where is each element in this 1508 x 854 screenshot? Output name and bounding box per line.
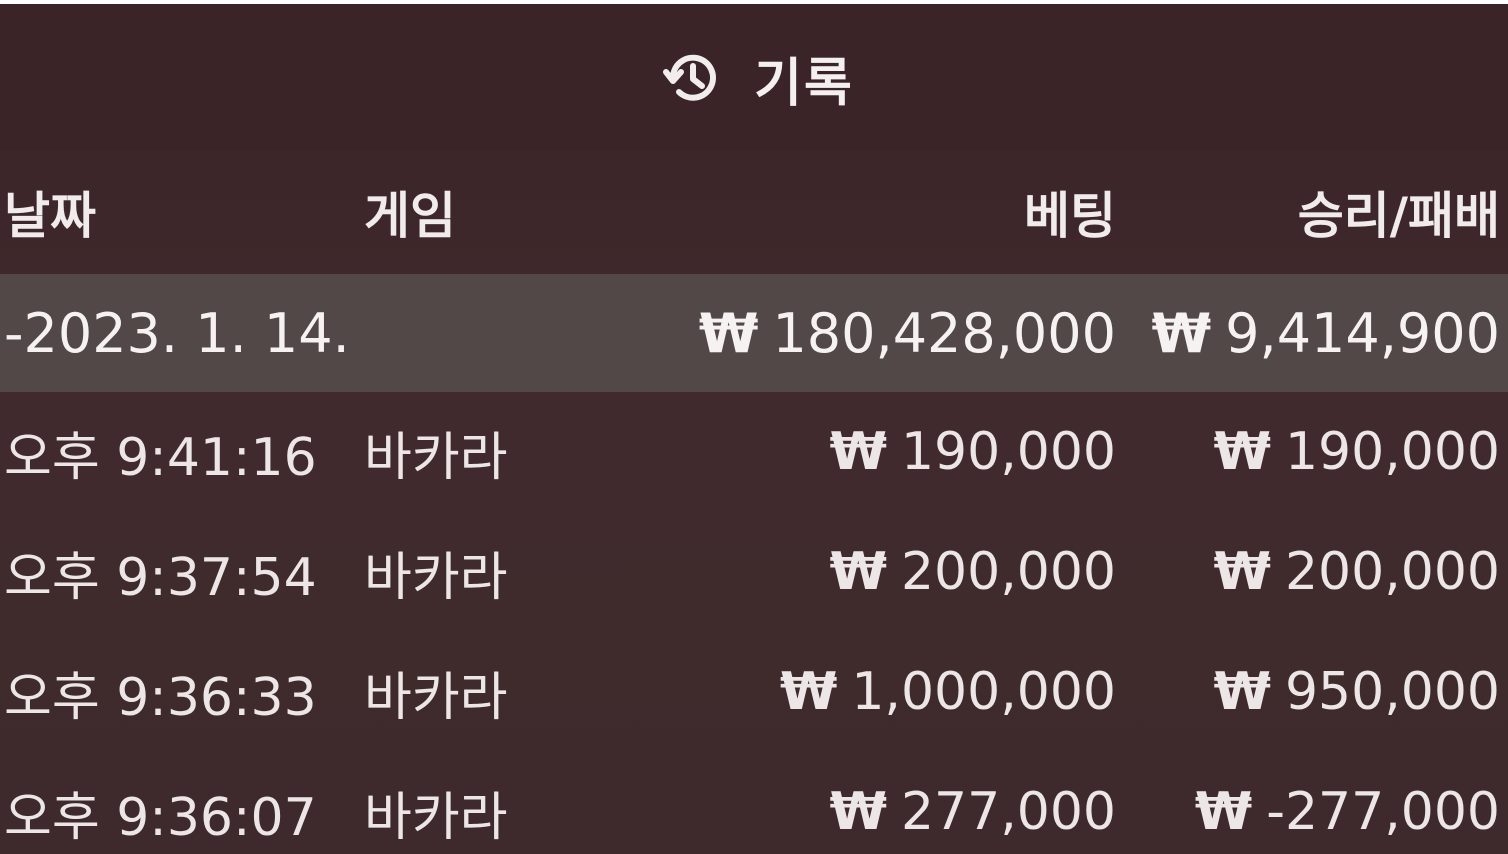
table-row[interactable]: 오후 9:37:54 바카라 ₩ 200,000 ₩ 200,000 bbox=[0, 512, 1508, 632]
row-bet-amount: 200,000 bbox=[900, 542, 1116, 602]
row-result-amount: 950,000 bbox=[1284, 662, 1500, 722]
won-symbol: ₩ bbox=[779, 662, 838, 722]
row-bet-amount: 1,000,000 bbox=[851, 662, 1116, 722]
row-result-amount: 200,000 bbox=[1284, 542, 1500, 602]
table-row[interactable]: 오후 9:36:33 바카라 ₩ 1,000,000 ₩ 950,000 bbox=[0, 632, 1508, 752]
column-header-date[interactable]: 날짜 bbox=[4, 150, 96, 274]
summary-result: ₩ 9,414,900 bbox=[1152, 274, 1500, 392]
row-bet: ₩ 277,000 bbox=[830, 752, 1116, 854]
table-row[interactable]: 오후 9:41:16 바카라 ₩ 190,000 ₩ 190,000 bbox=[0, 392, 1508, 512]
history-icon bbox=[662, 47, 724, 109]
history-header: 기록 bbox=[0, 4, 1508, 150]
row-bet: ₩ 1,000,000 bbox=[780, 632, 1116, 752]
column-header-bet[interactable]: 베팅 bbox=[1024, 150, 1116, 274]
row-time: 오후 9:36:33 bbox=[4, 667, 317, 728]
won-symbol: ₩ bbox=[698, 301, 759, 365]
row-time: 오후 9:37:54 bbox=[4, 547, 317, 608]
summary-bet: ₩ 180,428,000 bbox=[699, 274, 1116, 392]
history-table: 날짜 게임 베팅 승리/패배 -2023. 1. 14. ₩ 180,428,0… bbox=[0, 150, 1508, 854]
won-symbol: ₩ bbox=[829, 782, 887, 842]
date-summary-row[interactable]: -2023. 1. 14. ₩ 180,428,000 ₩ 9,414,900 bbox=[0, 274, 1508, 392]
row-result-amount: 190,000 bbox=[1284, 422, 1500, 482]
row-bet: ₩ 190,000 bbox=[830, 392, 1116, 512]
row-game: 바카라 bbox=[364, 547, 508, 608]
header-title-group: 기록 bbox=[662, 41, 854, 116]
row-game: 바카라 bbox=[364, 667, 508, 728]
history-rows: 오후 9:41:16 바카라 ₩ 190,000 ₩ 190,000 오후 9:… bbox=[0, 392, 1508, 854]
won-symbol: ₩ bbox=[1213, 662, 1271, 722]
history-screen: 기록 날짜 게임 베팅 승리/패배 -2023. 1. 14. ₩ 180,42… bbox=[0, 4, 1508, 854]
won-symbol: ₩ bbox=[829, 422, 887, 482]
won-symbol: ₩ bbox=[1194, 782, 1253, 842]
table-header-row: 날짜 게임 베팅 승리/패배 bbox=[0, 150, 1508, 274]
summary-bet-amount: 180,428,000 bbox=[772, 301, 1116, 365]
won-symbol: ₩ bbox=[829, 542, 887, 602]
won-symbol: ₩ bbox=[1213, 542, 1271, 602]
won-symbol: ₩ bbox=[1151, 301, 1212, 365]
row-bet-amount: 190,000 bbox=[900, 422, 1116, 482]
page-title: 기록 bbox=[754, 53, 854, 114]
row-result-amount: -277,000 bbox=[1266, 782, 1500, 842]
row-game: 바카라 bbox=[364, 787, 508, 848]
row-game: 바카라 bbox=[364, 427, 508, 488]
table-row[interactable]: 오후 9:36:07 바카라 ₩ 277,000 ₩ -277,000 bbox=[0, 752, 1508, 854]
won-symbol: ₩ bbox=[1213, 422, 1271, 482]
row-result: ₩ -277,000 bbox=[1195, 752, 1500, 854]
row-result: ₩ 200,000 bbox=[1214, 512, 1500, 632]
row-time: 오후 9:36:07 bbox=[4, 787, 317, 848]
column-header-game[interactable]: 게임 bbox=[364, 150, 456, 274]
summary-date: -2023. 1. 14. bbox=[4, 301, 350, 365]
row-bet: ₩ 200,000 bbox=[830, 512, 1116, 632]
column-header-result[interactable]: 승리/패배 bbox=[1298, 150, 1500, 274]
row-result: ₩ 190,000 bbox=[1214, 392, 1500, 512]
row-bet-amount: 277,000 bbox=[900, 782, 1116, 842]
row-time: 오후 9:41:16 bbox=[4, 427, 317, 488]
summary-result-amount: 9,414,900 bbox=[1225, 301, 1500, 365]
row-result: ₩ 950,000 bbox=[1214, 632, 1500, 752]
